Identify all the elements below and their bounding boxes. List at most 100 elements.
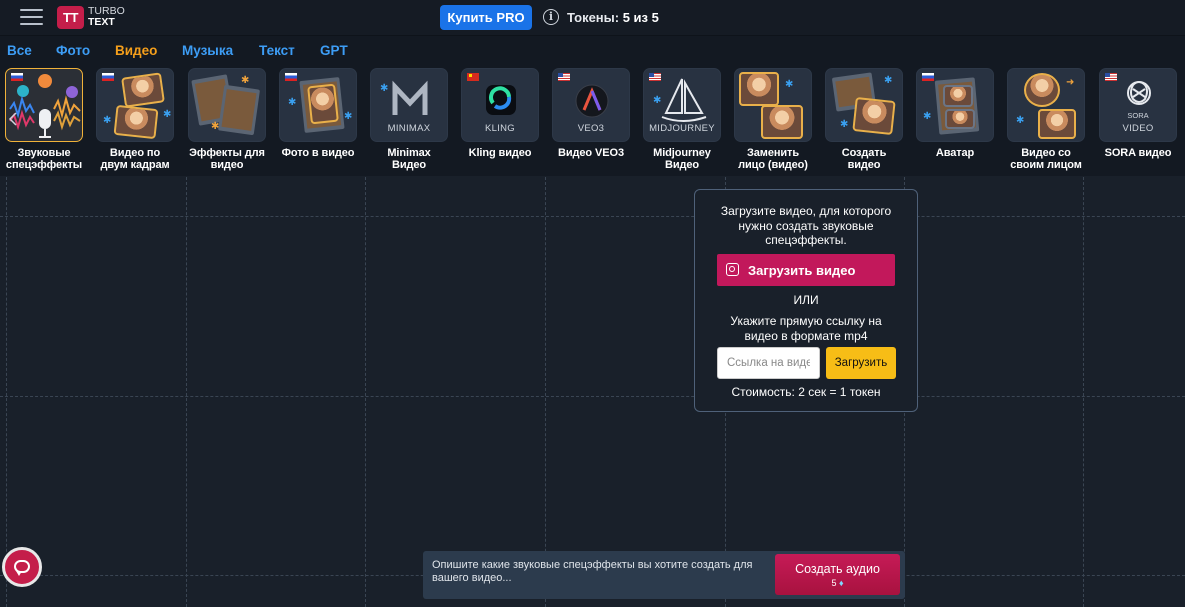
tool-veo3-video[interactable]: VEO3 Видео VEO3 (550, 68, 632, 160)
two-frames-icon: ✱ ✱ (96, 68, 174, 142)
tool-caption-line2: видео (210, 158, 244, 171)
tool-caption-line1: Kling видео (468, 147, 532, 159)
url-hint-line1: Укажите прямую ссылку на (730, 314, 882, 328)
upload-video-label: Загрузить видео (748, 262, 856, 278)
tool-minimax-video[interactable]: ✱ MINIMAX Minimax Видео (368, 68, 450, 171)
tool-caption-line1: Видео по (109, 147, 161, 159)
tab-all[interactable]: Все (7, 43, 32, 58)
create-audio-label: Создать аудио (795, 562, 880, 576)
tool-caption: Фото в видео (277, 147, 359, 160)
cost-label: Стоимость: 2 сек = 1 токен (731, 385, 881, 399)
brand-label: VEO3 (577, 123, 605, 134)
tool-caption: Видео со своим лицом (1005, 147, 1087, 171)
photo-to-video-icon: ✱ ✱ (279, 68, 357, 142)
tool-caption-line1: Фото в видео (281, 147, 355, 159)
tool-caption: Midjourney Видео (641, 147, 723, 171)
url-hint: Укажите прямую ссылку на видео в формате… (707, 314, 905, 343)
prompt-input[interactable]: Опишите какие звуковые спецэффекты вы хо… (432, 559, 772, 585)
tool-caption-line2: двум кадрам (100, 158, 170, 171)
tokens-label: Токены: (567, 10, 620, 25)
tab-text[interactable]: Текст (259, 43, 295, 58)
sound-effects-icon (5, 68, 83, 142)
tool-caption: Заменить лицо (видео) (732, 147, 814, 171)
tool-caption: SORA видео (1097, 147, 1179, 160)
tool-caption: Kling видео (459, 147, 541, 160)
upload-hint: Загрузите видео, для которого нужно созд… (707, 204, 905, 248)
prompt-placeholder-line2: вашего видео... (432, 572, 512, 584)
tab-gpt[interactable]: GPT (320, 43, 348, 58)
tool-caption-line1: Minimax (387, 147, 431, 159)
tool-caption-line2: своим лицом (1010, 158, 1082, 171)
tool-caption-line2: лицо (видео) (738, 158, 808, 171)
kling-logo-icon: KLING (461, 68, 539, 142)
or-label: ИЛИ (793, 293, 819, 307)
tool-caption: Создать видео (823, 147, 905, 171)
video-url-input[interactable] (717, 347, 820, 379)
workspace-grid (0, 177, 1185, 607)
logo-text[interactable]: TURBO TEXT (88, 6, 125, 28)
tool-two-frames-video[interactable]: ✱ ✱ Видео по двум кадрам (94, 68, 176, 171)
tool-video-effects[interactable]: ✱ ✱ Эффекты для видео (186, 68, 268, 171)
minimax-logo-icon: ✱ MINIMAX (370, 68, 448, 142)
prompt-bar[interactable]: Опишите какие звуковые спецэффекты вы хо… (423, 551, 905, 599)
create-audio-cost-value: 5 (831, 578, 837, 588)
url-hint-line2: видео в формате mp4 (744, 328, 868, 343)
tool-create-video[interactable]: ✱ ✱ Создать видео (823, 68, 905, 171)
chat-widget-button[interactable] (2, 547, 42, 587)
category-tabs: Все Фото Видео Музыка Текст GPT (0, 36, 1185, 66)
tool-caption-line1: Эффекты для (189, 147, 265, 159)
brand-label: MINIMAX (387, 123, 431, 134)
veo3-logo-icon: VEO3 (552, 68, 630, 142)
sora-logo-icon: SORA VIDEO (1099, 68, 1177, 142)
flag-ru-icon (285, 73, 297, 81)
tool-caption-line2: видео (847, 158, 881, 171)
svg-text:✱: ✱ (380, 83, 388, 94)
tool-photo-to-video[interactable]: ✱ ✱ Фото в видео (277, 68, 359, 160)
tool-caption-line1: Видео со (1021, 147, 1071, 159)
tab-music[interactable]: Музыка (182, 43, 233, 58)
logo-line2: TEXT (88, 16, 115, 28)
tool-caption-line2: спецэффекты (5, 158, 83, 171)
top-bar: TT TURBO TEXT Купить PRO i Токены: 5 из … (0, 0, 1185, 36)
avatar-icon: ✱ (916, 68, 994, 142)
diamond-icon: ♦ (838, 578, 844, 588)
tokens-value: 5 из 5 (622, 10, 659, 25)
tab-photo[interactable]: Фото (56, 43, 90, 58)
logo-mark[interactable]: TT (57, 6, 84, 29)
info-icon[interactable]: i (543, 9, 559, 25)
tab-video[interactable]: Видео (115, 43, 157, 58)
upload-hint-line2: нужно создать звуковые (738, 218, 874, 233)
tool-kling-video[interactable]: KLING Kling видео (459, 68, 541, 160)
tool-caption-line1: Заменить (746, 147, 800, 159)
hamburger-menu-icon[interactable] (20, 9, 43, 27)
tool-caption-line1: Создать (841, 147, 887, 159)
buy-pro-button[interactable]: Купить PRO (440, 5, 532, 30)
svg-text:✱: ✱ (653, 95, 661, 106)
tool-caption: Видео по двум кадрам (94, 147, 176, 171)
face-swap-icon: ✱ (734, 68, 812, 142)
brand-label: KLING (484, 123, 515, 134)
load-url-button[interactable]: Загрузить (826, 347, 896, 379)
create-audio-cost: 5 ♦ (775, 578, 900, 588)
upload-panel: Загрузите видео, для которого нужно созд… (694, 189, 918, 412)
create-video-icon: ✱ ✱ (825, 68, 903, 142)
tool-sound-effects[interactable]: Звуковые спецэффекты (3, 68, 85, 171)
upload-video-button[interactable]: Загрузить видео (717, 254, 895, 286)
flag-ru-icon (102, 73, 114, 81)
tool-caption-line1: Звуковые (17, 147, 71, 159)
tool-sora-video[interactable]: SORA VIDEO SORA видео (1097, 68, 1179, 160)
tool-caption: Аватар (914, 147, 996, 160)
tool-avatar[interactable]: ✱ Аватар (914, 68, 996, 160)
tool-own-face-video[interactable]: ✱ ➜ Видео со своим лицом (1005, 68, 1087, 171)
brand-label-2: VIDEO (1122, 123, 1154, 134)
tool-caption-line2: Видео (664, 158, 700, 171)
upload-hint-line3: спецэффекты. (765, 233, 847, 247)
tool-face-swap-video[interactable]: ✱ Заменить лицо (видео) (732, 68, 814, 171)
prompt-placeholder-line1: Опишите какие звуковые спецэффекты вы хо… (432, 559, 753, 571)
tool-caption-line1: Midjourney (653, 147, 711, 159)
tool-midjourney-video[interactable]: ✱ MIDJOURNEY Midjourney Видео (641, 68, 723, 171)
brand-label: MIDJOURNEY (649, 123, 715, 134)
image-upload-icon (726, 263, 739, 276)
tool-caption: Звуковые спецэффекты (3, 147, 85, 171)
create-audio-button[interactable]: Создать аудио 5 ♦ (775, 554, 900, 595)
